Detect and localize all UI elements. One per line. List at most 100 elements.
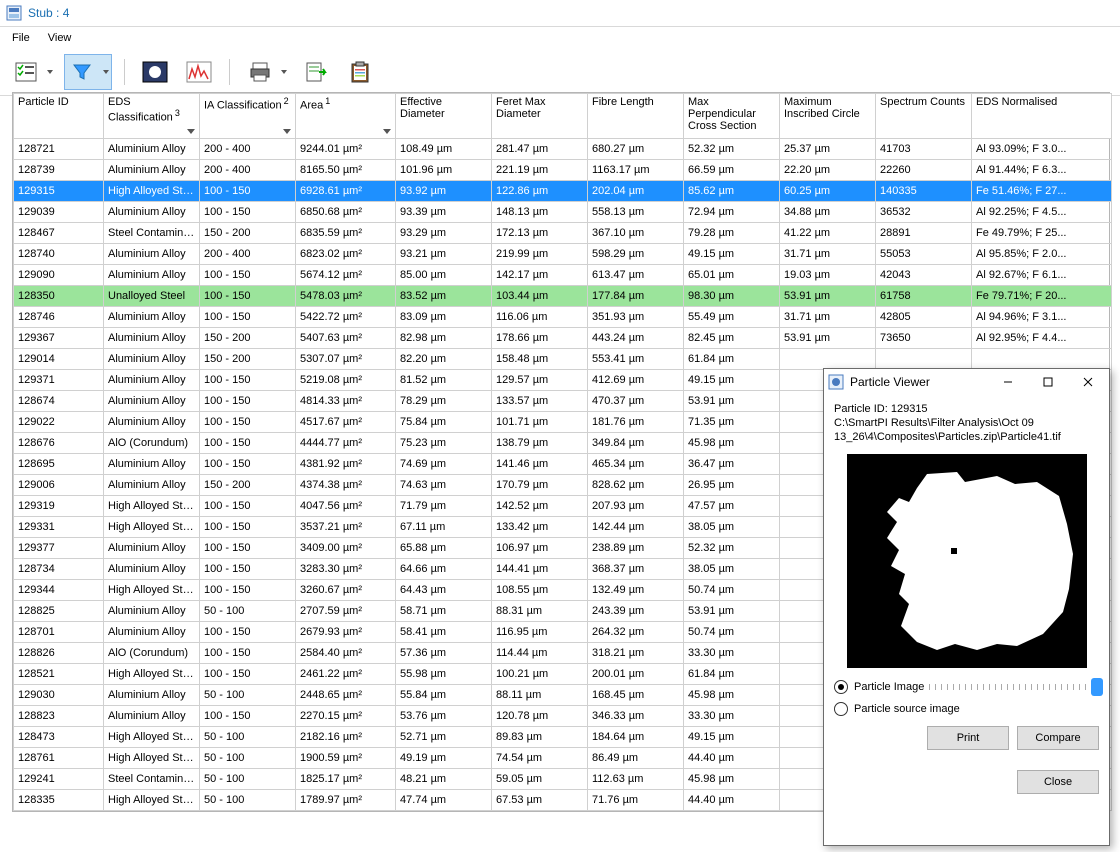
table-row[interactable]: 128740Aluminium Alloy200 - 4006823.02 µm… [14,244,1112,265]
cell-area: 1789.97 µm² [296,790,396,811]
column-header[interactable]: IA Classification2 [200,94,296,139]
table-row[interactable]: 129315High Alloyed Steel100 - 1506928.61… [14,181,1112,202]
minimize-button[interactable] [991,371,1025,393]
cell-mic: 41.22 µm [780,223,876,244]
cell-id: 129331 [14,517,104,538]
cell-spec: 61758 [876,286,972,307]
cell-area: 6823.02 µm² [296,244,396,265]
cell-id: 129022 [14,412,104,433]
column-header[interactable]: Fibre Length [588,94,684,139]
table-row[interactable]: 128350Unalloyed Steel100 - 1505478.03 µm… [14,286,1112,307]
cell-area: 3260.67 µm² [296,580,396,601]
cell-fer: 133.42 µm [492,517,588,538]
cell-ia: 100 - 150 [200,664,296,685]
cell-fer: 59.05 µm [492,769,588,790]
cell-eff: 82.98 µm [396,328,492,349]
table-row[interactable]: 129367Aluminium Alloy150 - 2005407.63 µm… [14,328,1112,349]
column-header[interactable]: Spectrum Counts [876,94,972,139]
column-header[interactable]: Feret Max Diameter [492,94,588,139]
cell-fib: 367.10 µm [588,223,684,244]
cell-fib: 465.34 µm [588,454,684,475]
cell-fer: 129.57 µm [492,370,588,391]
radio-source-image[interactable]: Particle source image [834,702,1099,716]
cell-mpcs: 79.28 µm [684,223,780,244]
table-row[interactable]: 128721Aluminium Alloy200 - 4009244.01 µm… [14,139,1112,160]
cell-eds: Aluminium Alloy [104,475,200,496]
cell-id: 129377 [14,538,104,559]
spectrum-button[interactable] [181,54,217,90]
checklist-button[interactable] [8,54,56,90]
column-header[interactable]: EDS Classification3 [104,94,200,139]
cell-eff: 75.84 µm [396,412,492,433]
table-row[interactable]: 129090Aluminium Alloy100 - 1505674.12 µm… [14,265,1112,286]
cell-ia: 50 - 100 [200,769,296,790]
cell-mpcs: 49.15 µm [684,244,780,265]
cell-spec: 36532 [876,202,972,223]
particle-image [847,454,1087,668]
column-header[interactable]: EDS Normalised [972,94,1112,139]
cell-ia: 50 - 100 [200,685,296,706]
filter-button[interactable] [64,54,112,90]
menu-file[interactable]: File [4,30,38,46]
cell-ia: 100 - 150 [200,454,296,475]
cell-mpcs: 98.30 µm [684,286,780,307]
column-header[interactable]: Particle ID [14,94,104,139]
print-button[interactable] [242,54,290,90]
radio-particle-image[interactable]: Particle Image [834,680,924,694]
close-button[interactable]: Close [1017,770,1099,794]
table-row[interactable]: 129039Aluminium Alloy100 - 1506850.68 µm… [14,202,1112,223]
table-row[interactable]: 128746Aluminium Alloy100 - 1505422.72 µm… [14,307,1112,328]
cell-spec: 41703 [876,139,972,160]
export-button[interactable] [298,54,334,90]
cell-eff: 58.41 µm [396,622,492,643]
cell-fib: 86.49 µm [588,748,684,769]
cell-mpcs: 49.15 µm [684,727,780,748]
column-header[interactable]: Maximum Inscribed Circle [780,94,876,139]
cell-fer: 142.52 µm [492,496,588,517]
table-row[interactable]: 129014Aluminium Alloy150 - 2005307.07 µm… [14,349,1112,370]
cell-area: 4517.67 µm² [296,412,396,433]
cell-eds: High Alloyed Steel [104,580,200,601]
close-x-button[interactable] [1071,371,1105,393]
cell-fib: 264.32 µm [588,622,684,643]
particle-viewer-titlebar[interactable]: Particle Viewer [824,369,1109,395]
cell-mpcs: 45.98 µm [684,433,780,454]
cell-fer: 158.48 µm [492,349,588,370]
cell-id: 129090 [14,265,104,286]
cell-fer: 116.95 µm [492,622,588,643]
column-header[interactable]: Effective Diameter [396,94,492,139]
cell-fer: 74.54 µm [492,748,588,769]
column-header[interactable]: Area1 [296,94,396,139]
particle-view-button[interactable] [137,54,173,90]
cell-fib: 346.33 µm [588,706,684,727]
cell-area: 5219.08 µm² [296,370,396,391]
maximize-button[interactable] [1031,371,1065,393]
cell-id: 128825 [14,601,104,622]
table-row[interactable]: 128467Steel Contaminated150 - 2006835.59… [14,223,1112,244]
menu-view[interactable]: View [40,30,80,46]
cell-area: 6928.61 µm² [296,181,396,202]
cell-id: 128746 [14,307,104,328]
cell-eff: 83.52 µm [396,286,492,307]
cell-mpcs: 45.98 µm [684,685,780,706]
cell-mic: 60.25 µm [780,181,876,202]
clipboard-button[interactable] [342,54,378,90]
cell-fib: 412.69 µm [588,370,684,391]
cell-area: 5407.63 µm² [296,328,396,349]
cell-fer: 100.21 µm [492,664,588,685]
toolbar-divider [124,59,125,85]
cell-eds: High Alloyed Steel [104,748,200,769]
cell-fib: 553.41 µm [588,349,684,370]
cell-eds: Aluminium Alloy [104,307,200,328]
particle-viewer-window[interactable]: Particle Viewer Particle ID: 129315 C:\S… [823,368,1110,846]
cell-fib: 349.84 µm [588,433,684,454]
table-row[interactable]: 128739Aluminium Alloy200 - 4008165.50 µm… [14,160,1112,181]
cell-fib: 112.63 µm [588,769,684,790]
image-slider[interactable] [929,684,1099,690]
cell-mpcs: 66.59 µm [684,160,780,181]
compare-button[interactable]: Compare [1017,726,1099,750]
cell-mpcs: 38.05 µm [684,559,780,580]
cell-fib: 132.49 µm [588,580,684,601]
column-header[interactable]: Max Perpendicular Cross Section [684,94,780,139]
print-button-popup[interactable]: Print [927,726,1009,750]
